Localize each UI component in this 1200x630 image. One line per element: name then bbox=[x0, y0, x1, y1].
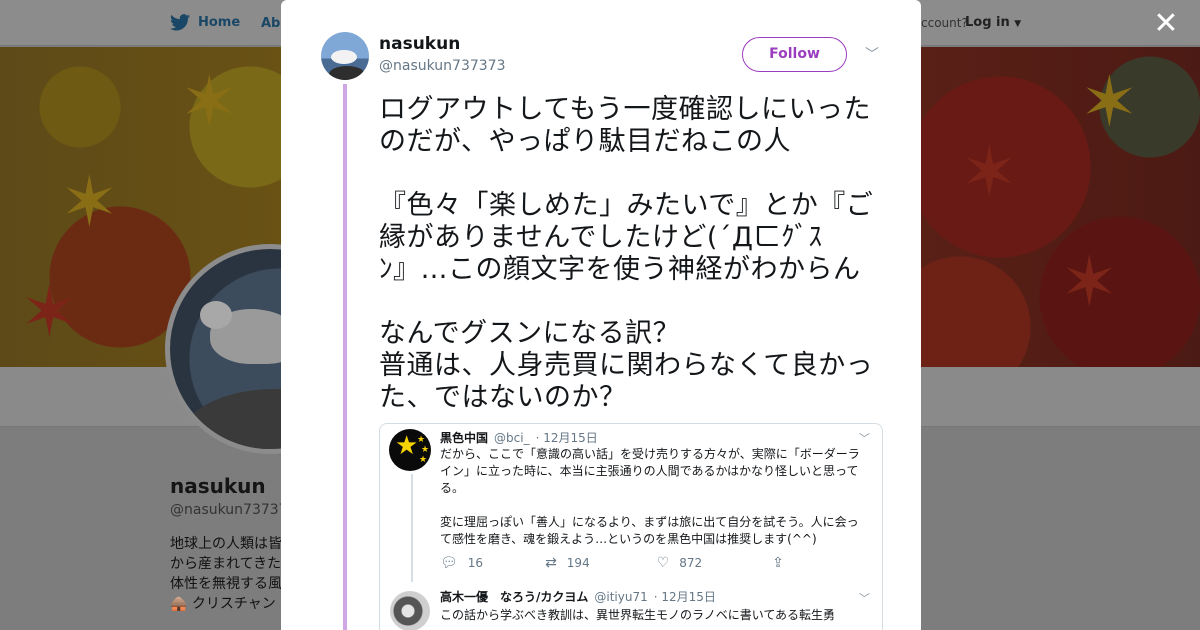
nav-home-link[interactable]: Home bbox=[170, 14, 240, 31]
quoted-author-handle[interactable]: @bci_ bbox=[494, 431, 530, 445]
author-handle[interactable]: @nasukun737373 bbox=[379, 58, 506, 74]
bio-line: 🛖 クリスチャン bbox=[170, 596, 276, 612]
chevron-down-icon[interactable]: ﹀ bbox=[859, 590, 870, 606]
like-action[interactable]: ♡ 872 bbox=[657, 555, 702, 571]
nav-home-label: Home bbox=[198, 15, 241, 30]
maple-leaf-decoration: ✶ bbox=[60, 161, 119, 243]
close-icon[interactable]: ✕ bbox=[1150, 8, 1182, 40]
quoted-tweet-date[interactable]: · 12月15日 bbox=[536, 429, 598, 446]
maple-leaf-decoration: ✶ bbox=[960, 131, 1019, 213]
quoted-tweet-card[interactable]: ★ ★ ★ ★ 黒色中国 @bci_ · 12月15日 ﹀ だから、ここで「意識… bbox=[379, 423, 883, 630]
profile-handle: @nasukun737373 bbox=[170, 502, 297, 518]
tweet-modal: nasukun @nasukun737373 Follow ﹀ ログアウトしても… bbox=[281, 0, 921, 630]
chevron-down-icon[interactable]: ﹀ bbox=[859, 430, 870, 446]
quoted-author-name[interactable]: 高木一優 なろう/カクヨム bbox=[440, 588, 588, 605]
reply-icon: 💬︎ bbox=[440, 555, 458, 571]
thread-connector-line bbox=[343, 84, 347, 630]
author-name[interactable]: nasukun bbox=[379, 34, 460, 54]
caret-down-icon: ▼ bbox=[1014, 19, 1022, 29]
maple-leaf-decoration: ✶ bbox=[20, 271, 79, 353]
quoted-tweet-actions: 💬︎ 16 ⇄ 194 ♡ 872 ⇪ bbox=[440, 555, 784, 571]
twitter-bird-icon bbox=[170, 14, 190, 31]
bio-line: 体性を無視する風 bbox=[170, 576, 282, 592]
author-avatar[interactable] bbox=[321, 32, 369, 80]
bio-line: から産まれてきた bbox=[170, 556, 282, 572]
maple-leaf-decoration: ✶ bbox=[1060, 241, 1119, 323]
login-label: Log in bbox=[965, 15, 1010, 30]
star-icon: ★ bbox=[395, 431, 419, 461]
quoted-author-avatar[interactable]: ★ ★ ★ ★ bbox=[389, 429, 431, 471]
maple-leaf-decoration: ✶ bbox=[180, 61, 239, 143]
reply-count: 16 bbox=[467, 556, 484, 570]
quoted-tweet-header: 黒色中国 @bci_ · 12月15日 bbox=[440, 429, 598, 446]
chevron-down-icon[interactable]: ﹀ bbox=[865, 44, 879, 64]
retweet-action[interactable]: ⇄ 194 bbox=[545, 555, 590, 571]
retweet-count: 194 bbox=[566, 556, 590, 570]
quoted-tweet-text: だから、ここで「意識の高い話」を受け売りする方々が、実際に「ボーダーライン」に立… bbox=[440, 447, 860, 546]
profile-bio: 地球上の人類は皆 から産まれてきた 体性を無視する風 🛖 クリスチャン bbox=[170, 534, 285, 614]
profile-name: nasukun bbox=[170, 474, 266, 498]
maple-leaf-decoration: ✶ bbox=[1080, 61, 1139, 143]
quoted-tweet-text: この話から学ぶべき教訓は、異世界転生モノのラノベに書いてある転生勇 bbox=[440, 608, 836, 622]
follow-button[interactable]: Follow bbox=[742, 37, 847, 72]
have-account-text: ccount? bbox=[921, 16, 968, 30]
heart-icon: ♡ bbox=[656, 555, 670, 571]
quoted-tweet-date[interactable]: · 12月15日 bbox=[654, 588, 716, 605]
retweet-icon: ⇄ bbox=[545, 555, 557, 571]
quoted-author-name[interactable]: 黒色中国 bbox=[440, 429, 488, 446]
like-count: 872 bbox=[679, 556, 703, 570]
bio-line: 地球上の人類は皆 bbox=[170, 536, 282, 552]
reply-action[interactable]: 💬︎ 16 bbox=[440, 555, 483, 571]
share-icon[interactable]: ⇪ bbox=[772, 555, 784, 571]
login-button[interactable]: Log in ▼ bbox=[965, 15, 1021, 30]
quoted-author-handle[interactable]: @itiyu71 bbox=[594, 590, 647, 604]
quote-thread-line bbox=[411, 474, 413, 582]
tweet-text: ログアウトしてもう一度確認しにいったのだが、やっぱり駄目だねこの人 『色々「楽し… bbox=[379, 94, 874, 413]
quoted-author-avatar[interactable] bbox=[390, 591, 430, 630]
quoted-tweet-header: 高木一優 なろう/カクヨム @itiyu71 · 12月15日 bbox=[440, 588, 716, 605]
